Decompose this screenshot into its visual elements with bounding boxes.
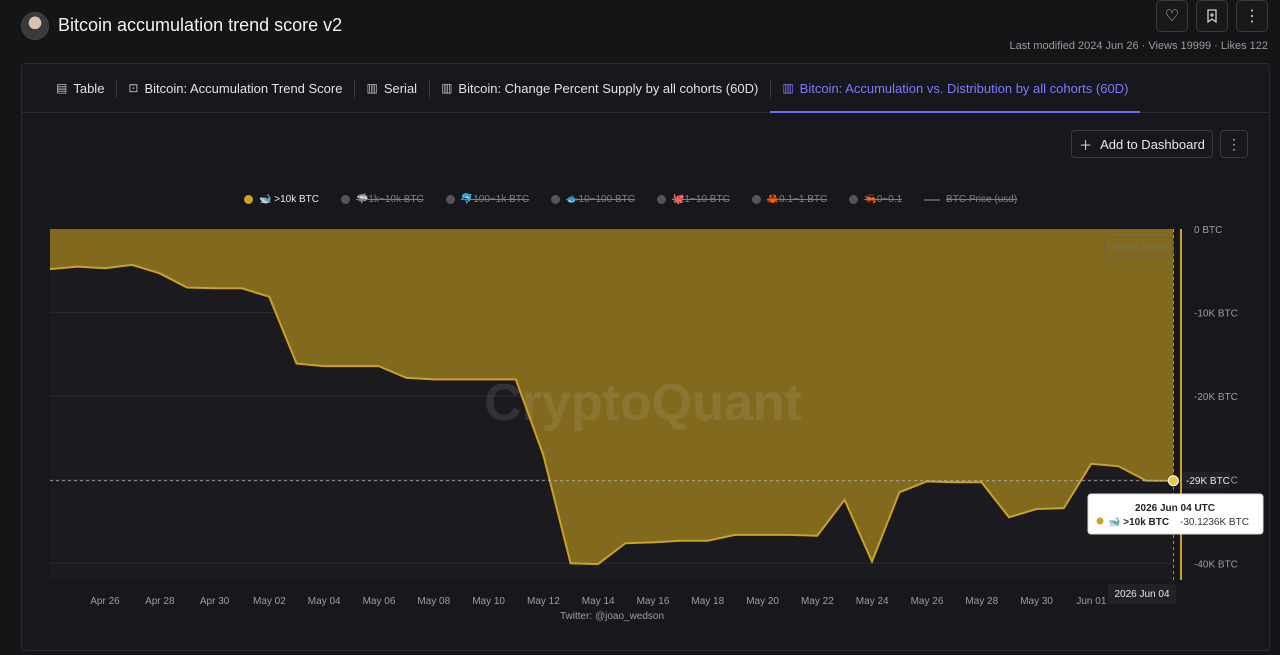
x-tick-label: May 12 bbox=[527, 596, 560, 607]
x-tick-label: May 30 bbox=[1020, 596, 1053, 607]
x-tick-label: May 24 bbox=[856, 596, 889, 607]
x-tick-label: May 10 bbox=[472, 596, 505, 607]
y-tick-label: 0 BTC bbox=[1194, 225, 1222, 236]
tooltip-box bbox=[1087, 493, 1264, 535]
x-tick-label: May 06 bbox=[363, 596, 396, 607]
x-tick-label: Apr 28 bbox=[145, 596, 175, 607]
tooltip-series-name: 🐋 >10k BTC bbox=[1108, 516, 1169, 528]
x-tick-label: May 18 bbox=[691, 596, 724, 607]
x-tick-label: May 20 bbox=[746, 596, 779, 607]
crosshair-x-label: 2026 Jun 04 bbox=[1114, 589, 1169, 600]
x-tick-label: May 28 bbox=[965, 596, 998, 607]
x-tick-label: May 26 bbox=[911, 596, 944, 607]
x-tick-label: Jun 01 bbox=[1076, 596, 1106, 607]
x-tick-label: May 16 bbox=[637, 596, 670, 607]
tooltip-title: 2026 Jun 04 UTC bbox=[1135, 503, 1215, 514]
hover-point bbox=[1167, 475, 1179, 487]
tooltip-series-dot bbox=[1096, 517, 1104, 525]
tooltip-value: -30.1236K BTC bbox=[1180, 517, 1249, 528]
y-tick-label: -20K BTC bbox=[1194, 392, 1238, 403]
x-tick-label: May 08 bbox=[417, 596, 450, 607]
y-tick-label: -40K BTC bbox=[1194, 559, 1238, 570]
x-tick-label: May 02 bbox=[253, 596, 286, 607]
x-tick-label: May 14 bbox=[582, 596, 615, 607]
area-chart[interactable]: CryptoQuant0 BTC-10K BTC-20K BTC-30K BTC… bbox=[0, 0, 1280, 655]
x-tick-label: May 04 bbox=[308, 596, 341, 607]
y-tick-label: -10K BTC bbox=[1194, 309, 1238, 320]
reset-zoom-label: Reset zoom bbox=[1112, 242, 1165, 253]
crosshair-y-label: -29K BTC bbox=[1186, 476, 1230, 487]
x-tick-label: Apr 26 bbox=[90, 596, 120, 607]
x-tick-label: May 22 bbox=[801, 596, 834, 607]
x-tick-label: Apr 30 bbox=[200, 596, 230, 607]
chart-credit: Twitter: @joao_wedson bbox=[560, 611, 664, 622]
